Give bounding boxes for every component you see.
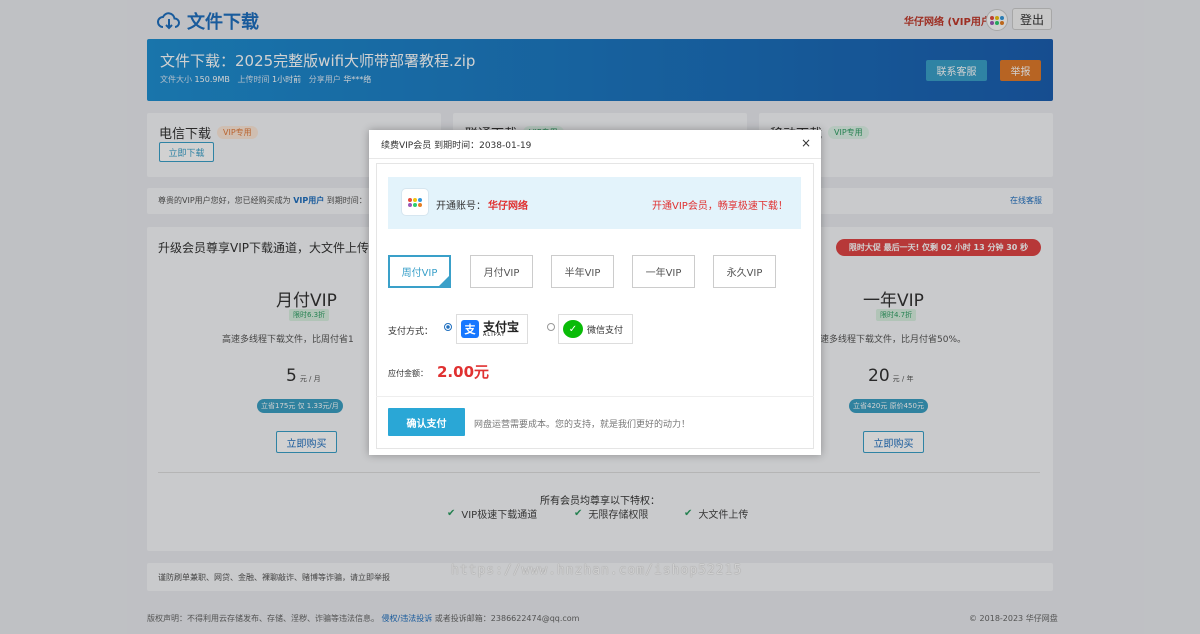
wechat-icon: ✓ bbox=[563, 320, 583, 338]
wechat-radio[interactable] bbox=[547, 323, 555, 331]
option-label: 周付VIP bbox=[401, 268, 438, 279]
account-label: 开通账号： bbox=[436, 201, 486, 212]
wechat-label: 微信支付 bbox=[587, 325, 624, 336]
close-icon[interactable]: × bbox=[801, 136, 811, 150]
confirm-note: 网盘运营需要成本。您的支持，就是我们更好的动力！ bbox=[474, 420, 691, 430]
alipay-option[interactable]: 支 支付宝 ALIPAY bbox=[456, 314, 528, 344]
option-halfyear-vip[interactable]: 半年VIP bbox=[551, 255, 614, 288]
account-name: 华仔网络 bbox=[488, 201, 528, 212]
option-weekly-vip[interactable]: 周付VIP bbox=[388, 255, 451, 288]
alipay-cn: 支付宝 bbox=[483, 319, 520, 334]
account-avatar bbox=[401, 188, 429, 216]
alipay-icon: 支 bbox=[461, 320, 479, 338]
vip-slogan: 开通VIP会员，畅享极速下载！ bbox=[652, 201, 788, 212]
selected-corner-icon bbox=[438, 275, 450, 287]
alipay-text: 支付宝 ALIPAY bbox=[483, 321, 519, 338]
modal-divider bbox=[376, 396, 814, 397]
option-monthly-vip[interactable]: 月付VIP bbox=[470, 255, 533, 288]
confirm-pay-button[interactable]: 确认支付 bbox=[388, 408, 465, 436]
wechat-pay-option[interactable]: ✓ 微信支付 bbox=[558, 314, 633, 344]
payment-label: 支付方式： bbox=[388, 327, 434, 337]
amount-label: 应付金额： bbox=[388, 369, 428, 378]
option-lifetime-vip[interactable]: 永久VIP bbox=[713, 255, 776, 288]
alipay-radio[interactable] bbox=[444, 323, 452, 331]
avatar-dots-icon bbox=[408, 197, 422, 207]
option-yearly-vip[interactable]: 一年VIP bbox=[632, 255, 695, 288]
amount-value: 2.00元 bbox=[437, 363, 490, 381]
modal-title: 续费VIP会员 到期时间：2038-01-19 bbox=[381, 141, 532, 151]
alipay-en: ALIPAY bbox=[483, 331, 506, 338]
